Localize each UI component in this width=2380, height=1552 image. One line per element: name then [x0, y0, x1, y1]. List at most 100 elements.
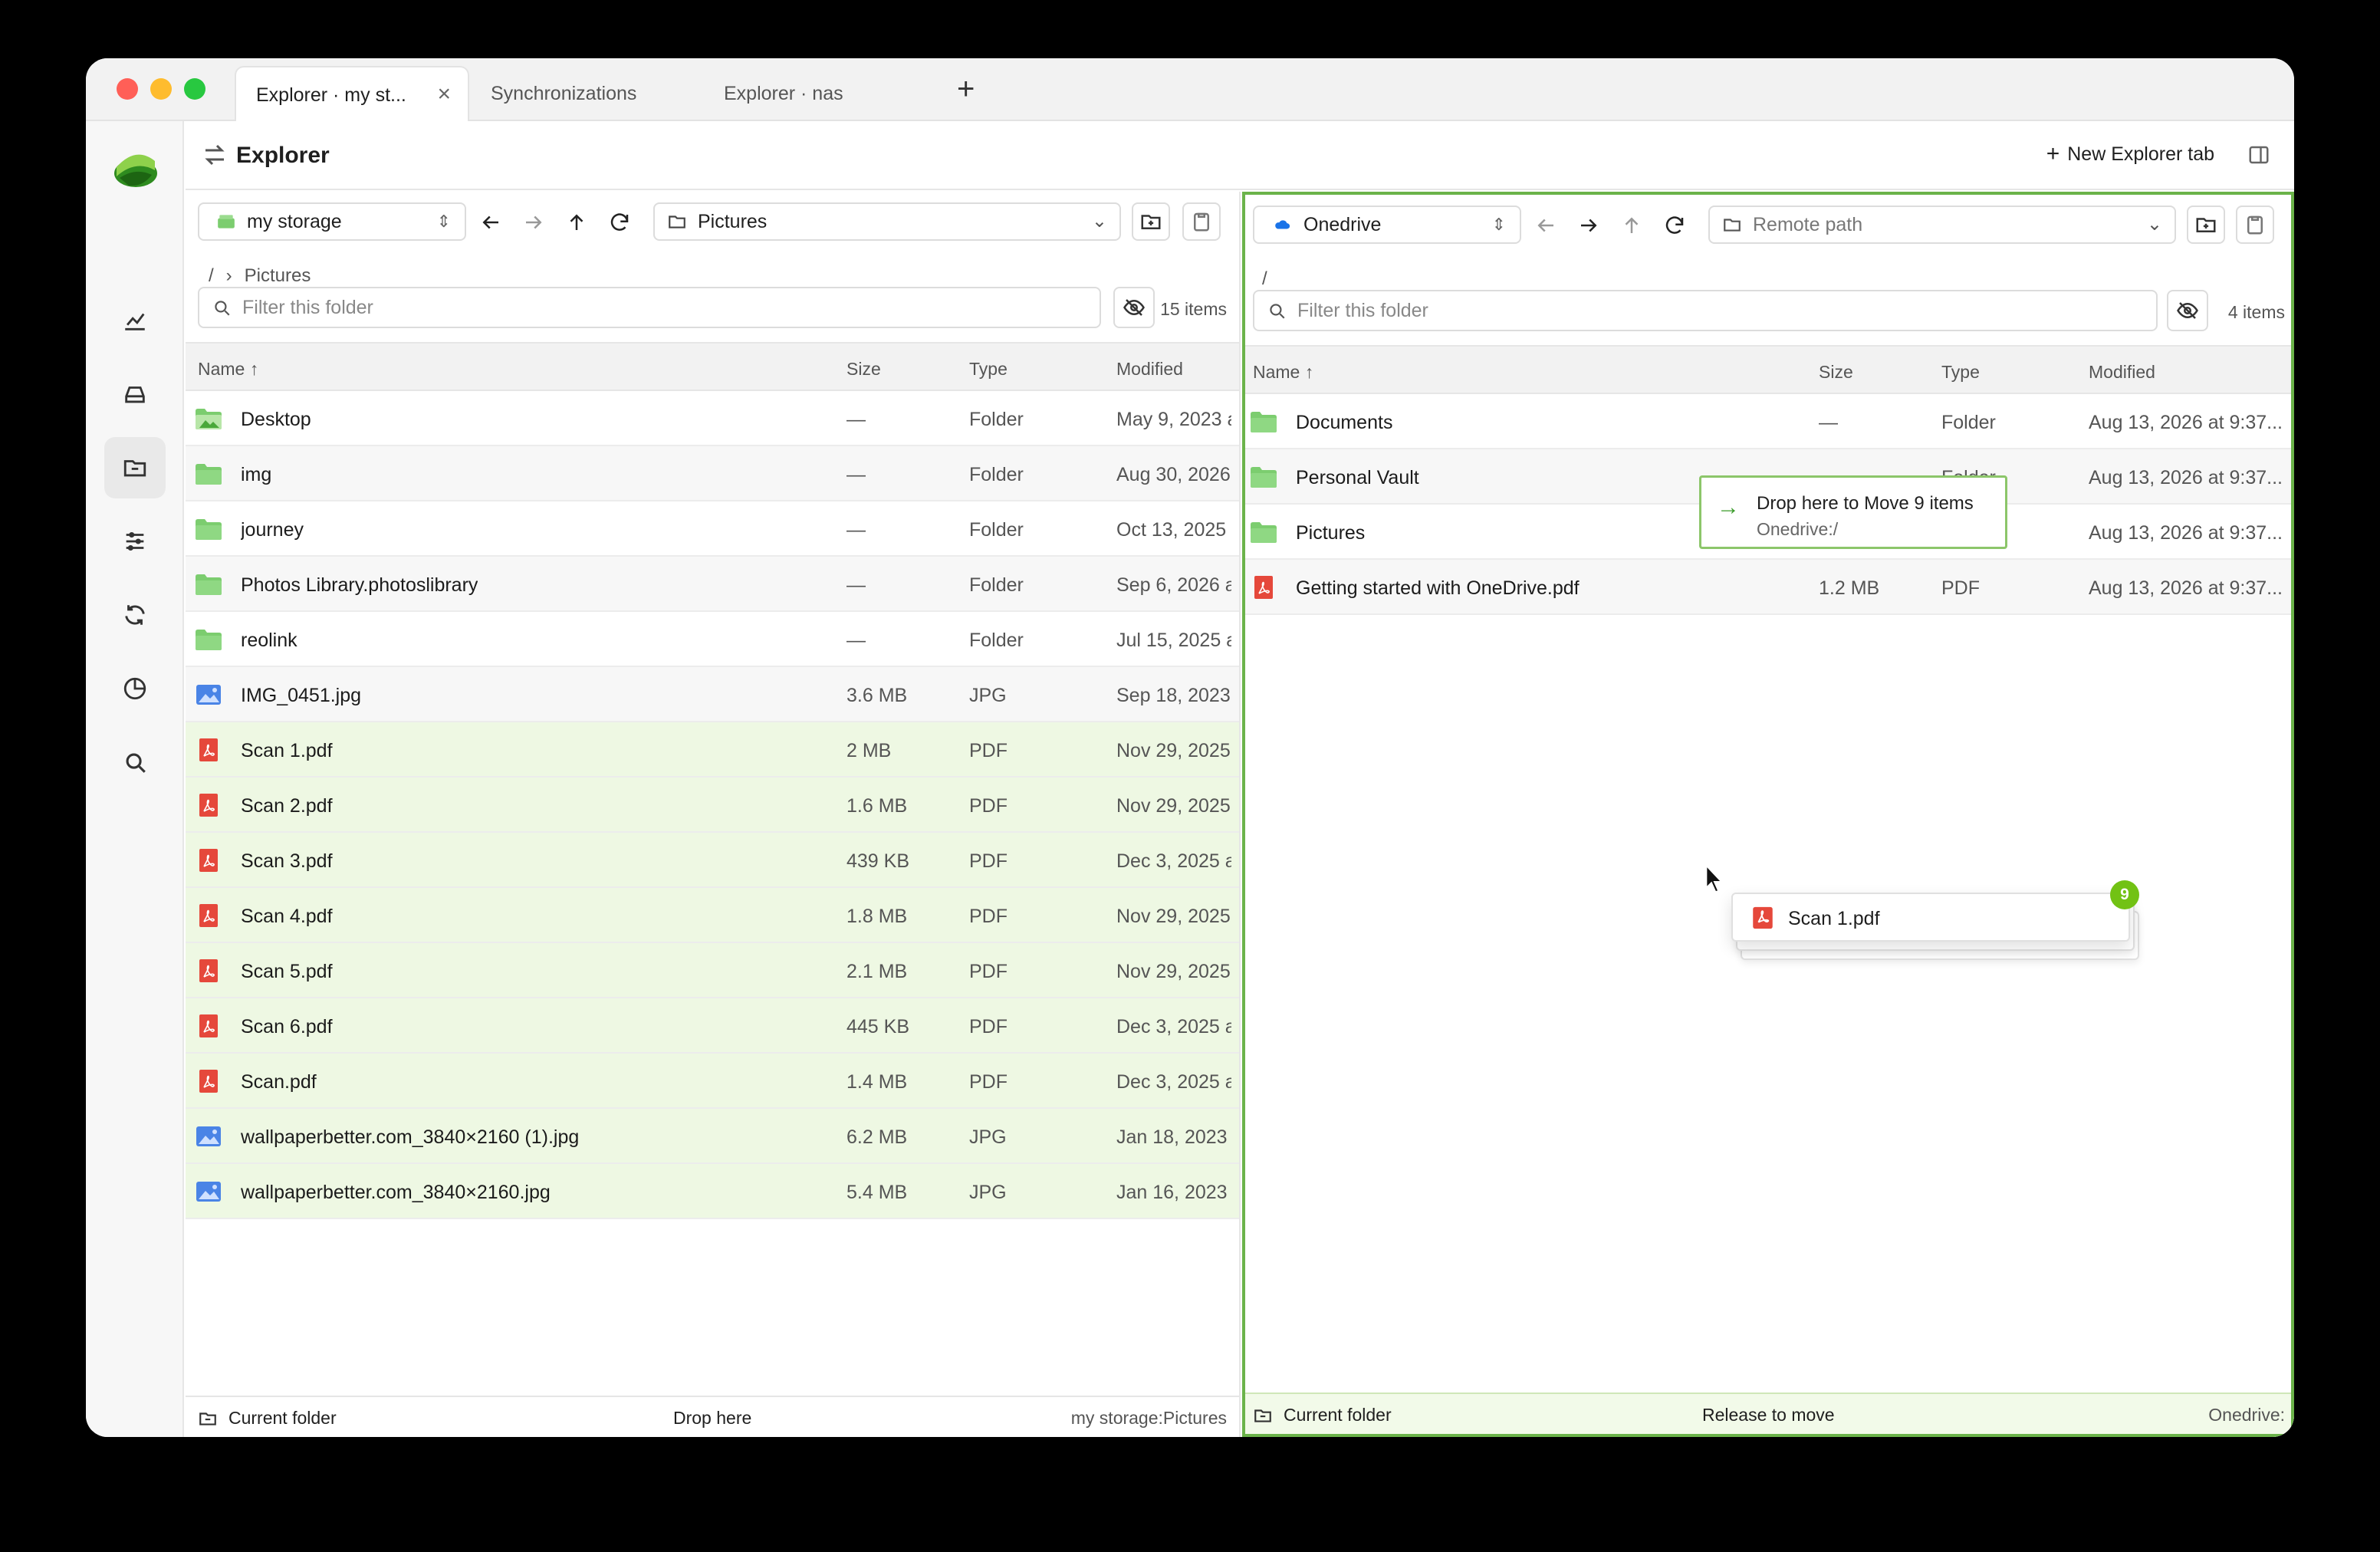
- storage-select[interactable]: my storage ⇕: [198, 202, 466, 241]
- close-window-button[interactable]: [117, 78, 138, 100]
- panel-toggle-button[interactable]: [2244, 140, 2274, 170]
- forward-button[interactable]: [520, 209, 547, 236]
- table-row[interactable]: Scan.pdf 1.4 MB PDF Dec 3, 2025 at 7:51 ...: [186, 1054, 1239, 1109]
- search-icon: [215, 301, 230, 316]
- remote-path-select[interactable]: Remote path ⌄: [1708, 206, 2176, 244]
- column-modified[interactable]: Modified: [2089, 362, 2155, 383]
- storage-drive-icon: [218, 215, 235, 229]
- close-icon[interactable]: ×: [437, 81, 451, 107]
- back-button[interactable]: [477, 209, 505, 236]
- footer-location: Onedrive:: [2208, 1405, 2285, 1425]
- table-row[interactable]: Scan 4.pdf 1.8 MB PDF Nov 29, 2025 at 5:2..…: [186, 888, 1239, 943]
- dashboard-chart-icon[interactable]: [120, 305, 150, 336]
- storage-drive-icon[interactable]: [120, 379, 150, 409]
- column-type[interactable]: Type: [1941, 362, 1980, 383]
- search-icon[interactable]: [120, 747, 150, 778]
- breadcrumb-item[interactable]: Pictures: [245, 265, 311, 287]
- column-size[interactable]: Size: [1819, 362, 1853, 383]
- column-name[interactable]: Name ↑: [198, 359, 258, 380]
- toggle-hidden-button[interactable]: [1113, 287, 1155, 328]
- left-pane: my storage ⇕ Pictures ⌄ / › Pictures Fil…: [186, 192, 1241, 1437]
- right-toolbar: Onedrive ⇕ Remote path ⌄: [1245, 195, 2291, 252]
- column-size[interactable]: Size: [846, 359, 881, 380]
- arrow-left-icon: [482, 215, 498, 229]
- file-modified: May 9, 2023 at 7:32 ...: [1116, 409, 1231, 430]
- refresh-button[interactable]: [606, 209, 633, 236]
- file-modified: Oct 13, 2025 at 4:25...: [1116, 519, 1231, 541]
- back-button[interactable]: [1532, 212, 1560, 239]
- filter-input[interactable]: Filter this folder: [198, 287, 1101, 328]
- file-name: Scan 6.pdf: [241, 1016, 333, 1037]
- image-file-icon: [195, 1124, 222, 1149]
- refresh-button[interactable]: [1661, 212, 1688, 239]
- table-row[interactable]: Documents — Folder Aug 13, 2026 at 9:37...: [1245, 394, 2291, 449]
- zoom-window-button[interactable]: [184, 78, 205, 100]
- file-size: 2.1 MB: [846, 961, 908, 982]
- table-row[interactable]: Scan 2.pdf 1.6 MB PDF Nov 29, 2025 at 5:2..…: [186, 778, 1239, 833]
- column-name[interactable]: Name ↑: [1253, 362, 1313, 383]
- tab-explorer-nas[interactable]: Explorer · nas: [704, 66, 934, 121]
- column-modified[interactable]: Modified: [1116, 359, 1183, 380]
- up-button[interactable]: [1618, 212, 1645, 239]
- paste-button[interactable]: [1182, 202, 1221, 241]
- path-select[interactable]: Pictures ⌄: [653, 202, 1121, 241]
- table-row[interactable]: Scan 3.pdf 439 KB PDF Dec 3, 2025 at 7:49 .…: [186, 833, 1239, 888]
- arrow-right-icon: →: [1717, 495, 1740, 520]
- explorer-folder-icon[interactable]: [104, 437, 166, 498]
- swap-arrows-icon[interactable]: [201, 141, 228, 169]
- table-row[interactable]: IMG_0451.jpg 3.6 MB JPG Sep 18, 2023 at 5:1…: [186, 667, 1239, 722]
- table-row[interactable]: img — Folder Aug 30, 2026 at 11:1...: [186, 446, 1239, 501]
- app-logo-icon: [114, 154, 157, 187]
- split-panel-icon: [2249, 146, 2269, 164]
- filter-placeholder: Filter this folder: [1297, 299, 1428, 321]
- breadcrumb-root[interactable]: /: [209, 265, 214, 287]
- paste-button[interactable]: [2236, 206, 2274, 244]
- file-name: Desktop: [241, 409, 311, 430]
- column-type[interactable]: Type: [969, 359, 1008, 380]
- add-tab-icon[interactable]: +: [957, 74, 975, 104]
- pdf-file-icon: [195, 793, 222, 817]
- file-name: journey: [241, 519, 304, 541]
- table-row[interactable]: Scan 6.pdf 445 KB PDF Dec 3, 2025 at 7:53 .…: [186, 998, 1239, 1054]
- tab-explorer-my-storage[interactable]: Explorer · my st... ×: [235, 66, 469, 123]
- pdf-file-icon: [195, 738, 222, 762]
- new-folder-button[interactable]: [2187, 206, 2225, 244]
- folder-icon: [669, 215, 685, 229]
- file-modified: Aug 13, 2026 at 9:37...: [2089, 467, 2283, 488]
- table-row[interactable]: wallpaperbetter.com_3840×2160 (1).jpg 6.2…: [186, 1109, 1239, 1164]
- file-size: 2 MB: [846, 740, 892, 761]
- tab-synchronizations[interactable]: Synchronizations: [471, 66, 701, 121]
- usage-pie-icon[interactable]: [120, 673, 150, 704]
- new-explorer-tab-button[interactable]: + New Explorer tab: [2046, 141, 2214, 167]
- file-size: —: [1819, 412, 1838, 433]
- table-row[interactable]: wallpaperbetter.com_3840×2160.jpg 5.4 MB J…: [186, 1164, 1239, 1219]
- plus-icon: +: [2046, 141, 2060, 166]
- table-row[interactable]: journey — Folder Oct 13, 2025 at 4:25...: [186, 501, 1239, 557]
- pdf-file-icon: [195, 1069, 222, 1093]
- minimize-window-button[interactable]: [150, 78, 172, 100]
- folder-icon: [1250, 465, 1277, 489]
- storage-select[interactable]: Onedrive ⇕: [1253, 206, 1521, 244]
- gear-icon[interactable]: [120, 1435, 150, 1437]
- file-type: PDF: [969, 906, 1008, 927]
- table-row[interactable]: Desktop — Folder May 9, 2023 at 7:32 ...: [186, 391, 1239, 446]
- toggle-hidden-button[interactable]: [2167, 290, 2208, 331]
- up-button[interactable]: [563, 209, 590, 236]
- current-folder-target[interactable]: Current folder: [198, 1408, 337, 1429]
- settings-sliders-icon[interactable]: [120, 526, 150, 557]
- search-icon: [1270, 304, 1285, 319]
- table-row[interactable]: Getting started with OneDrive.pdf 1.2 MB P…: [1245, 560, 2291, 615]
- current-folder-target[interactable]: Current folder: [1253, 1405, 1392, 1425]
- breadcrumb-root[interactable]: /: [1262, 268, 1267, 290]
- drag-count-badge: 9: [2110, 880, 2139, 909]
- forward-button[interactable]: [1575, 212, 1603, 239]
- sync-icon[interactable]: [120, 600, 150, 630]
- file-type: PDF: [969, 740, 1008, 761]
- table-row[interactable]: reolink — Folder Jul 15, 2025 at 11:41 ...: [186, 612, 1239, 667]
- table-row[interactable]: Scan 5.pdf 2.1 MB PDF Nov 29, 2025 at 5:2..…: [186, 943, 1239, 998]
- new-folder-button[interactable]: [1132, 202, 1170, 241]
- filter-input[interactable]: Filter this folder: [1253, 290, 2158, 331]
- table-row[interactable]: Scan 1.pdf 2 MB PDF Nov 29, 2025 at 5:17...: [186, 722, 1239, 778]
- table-row[interactable]: Photos Library.photoslibrary — Folder Sep 6…: [186, 557, 1239, 612]
- file-modified: Jan 18, 2023 at 2:38...: [1116, 1126, 1231, 1148]
